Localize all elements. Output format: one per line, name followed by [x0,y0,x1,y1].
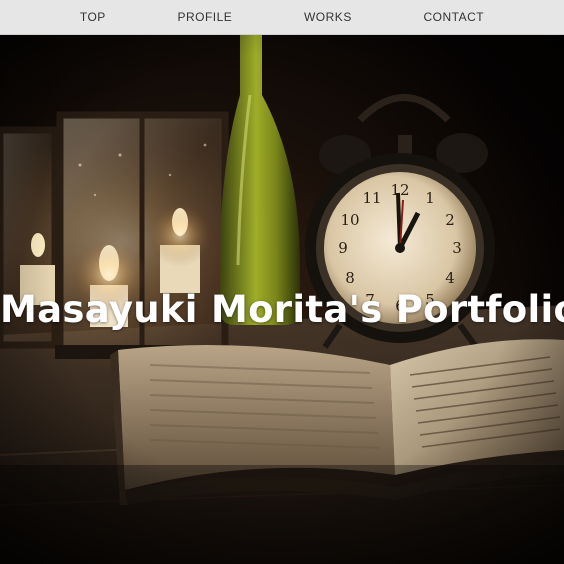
hero-section: 12 1 2 3 4 5 6 7 8 9 10 11 [0,35,564,564]
hero-title: Masayuki Morita's Portfolio [0,287,564,331]
top-nav: TOP PROFILE WORKS CONTACT [0,0,564,35]
nav-top-link[interactable]: TOP [80,10,106,24]
nav-contact-link[interactable]: CONTACT [424,10,485,24]
nav-works-link[interactable]: WORKS [304,10,352,24]
page: TOP PROFILE WORKS CONTACT Masayuki Morit… [0,0,564,564]
nav-profile-link[interactable]: PROFILE [177,10,232,24]
